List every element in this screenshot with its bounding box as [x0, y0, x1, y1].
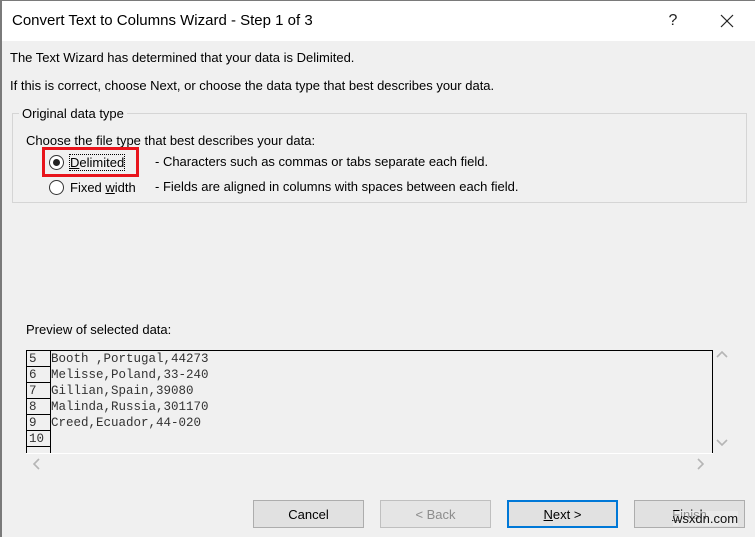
choose-file-type-label: Choose the file type that best describes…: [26, 133, 316, 148]
radio-fixed-width[interactable]: Fixed width: [49, 177, 136, 197]
preview-row-number: 8: [27, 399, 51, 415]
back-button[interactable]: < Back: [380, 500, 491, 528]
help-icon: ?: [668, 12, 678, 29]
preview-label: Preview of selected data:: [26, 322, 172, 337]
data-preview-pane[interactable]: 5 Booth ,Portugal,44273 6 Melisse,Poland,33…: [26, 350, 713, 454]
preview-row: 7 Gillian,Spain,39080: [27, 383, 712, 399]
group-legend: Original data type: [19, 106, 127, 121]
preview-bottom-edge: [26, 453, 713, 454]
fixed-width-description: - Fields are aligned in columns with spa…: [155, 179, 519, 194]
radio-button-checked[interactable]: [49, 154, 64, 170]
scroll-right-icon[interactable]: [693, 456, 709, 472]
preview-row: 6 Melisse,Poland,33-240: [27, 367, 712, 383]
preview-row-text: Booth ,Portugal,44273: [51, 352, 209, 366]
radio-delimited[interactable]: Delimited: [49, 152, 126, 172]
scroll-down-icon[interactable]: [714, 435, 730, 451]
help-button[interactable]: ?: [650, 5, 696, 37]
preview-row-text: Gillian,Spain,39080: [51, 384, 194, 398]
preview-row-number: 5: [27, 351, 51, 367]
wizard-message-instruction: If this is correct, choose Next, or choo…: [10, 78, 495, 93]
close-icon: [720, 14, 734, 28]
title-bar: Convert Text to Columns Wizard - Step 1 …: [2, 1, 755, 41]
wizard-message-determined: The Text Wizard has determined that your…: [10, 50, 355, 65]
preview-row: 5 Booth ,Portugal,44273: [27, 351, 712, 367]
preview-row-number: 10: [27, 431, 51, 447]
preview-row-text: Malinda,Russia,301170: [51, 400, 209, 414]
next-button[interactable]: Next >: [507, 500, 618, 528]
preview-row-text: Melisse,Poland,33-240: [51, 368, 209, 382]
radio-label-delimited[interactable]: Delimited: [68, 153, 126, 171]
preview-row-text: Creed,Ecuador,44-020: [51, 416, 202, 430]
finish-button[interactable]: Finish: [634, 500, 745, 528]
preview-row-number: 6: [27, 367, 51, 383]
radio-label-fixed-width[interactable]: Fixed width: [70, 180, 136, 195]
radio-button-unchecked[interactable]: [49, 179, 64, 195]
scroll-up-icon[interactable]: [714, 346, 730, 362]
cancel-button[interactable]: Cancel: [253, 500, 364, 528]
preview-row: 8 Malinda,Russia,301170: [27, 399, 712, 415]
preview-row-number: 7: [27, 383, 51, 399]
preview-row: 10: [27, 431, 712, 447]
dialog-title: Convert Text to Columns Wizard - Step 1 …: [12, 12, 313, 29]
close-button[interactable]: [702, 5, 752, 37]
scroll-left-icon[interactable]: [28, 456, 44, 472]
delimited-description: - Characters such as commas or tabs sepa…: [155, 154, 489, 169]
preview-row: 9 Creed,Ecuador,44-020: [27, 415, 712, 431]
preview-row-number: 9: [27, 415, 51, 431]
